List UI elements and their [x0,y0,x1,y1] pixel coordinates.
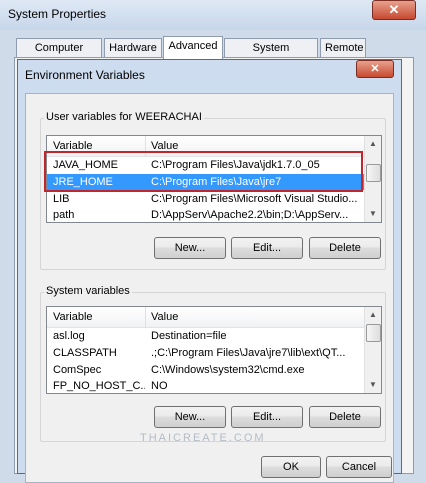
variable-name: asl.log [53,330,85,342]
column-header-value[interactable]: Value [151,140,178,152]
variable-value: D:\AppServ\Apache2.2\bin;D:\AppServ... [151,209,349,221]
environment-variables-dialog: Environment Variables ✕ User variables f… [17,59,402,483]
system-variables-header: Variable Value [47,307,381,328]
variable-name: FP_NO_HOST_C... [53,380,145,392]
close-icon: ✕ [388,2,400,17]
variable-name: JAVA_HOME [53,159,118,171]
variable-name: JRE_HOME [53,176,113,188]
user-variables-label: User variables for WEERACHAI [44,111,204,123]
system-new-button[interactable]: New... [154,406,226,428]
scroll-thumb[interactable] [366,324,381,342]
cancel-button[interactable]: Cancel [326,456,392,478]
variable-value: C:\Program Files\Java\jdk1.7.0_05 [151,159,320,171]
user-new-button[interactable]: New... [154,237,226,259]
scroll-down-icon[interactable]: ▼ [365,377,381,393]
system-variable-row[interactable]: asl.log Destination=file [47,328,381,344]
scroll-down-icon[interactable]: ▼ [365,206,381,222]
ok-button[interactable]: OK [261,456,321,478]
variable-name: ComSpec [53,364,102,376]
user-delete-button[interactable]: Delete [309,237,381,259]
tab-computer-name[interactable]: Computer Name [16,38,102,72]
scroll-thumb[interactable] [366,164,381,182]
tab-advanced[interactable]: Advanced [163,36,223,60]
user-variable-row[interactable]: JAVA_HOME C:\Program Files\Java\jdk1.7.0… [47,157,381,173]
system-variables-list[interactable]: Variable Value asl.log Destination=file … [46,306,382,394]
user-variable-row[interactable]: path D:\AppServ\Apache2.2\bin;D:\AppServ… [47,207,381,222]
variable-value: Destination=file [151,330,227,342]
user-edit-button[interactable]: Edit... [231,237,303,259]
column-header-variable[interactable]: Variable [53,140,93,152]
system-variable-row[interactable]: CLASSPATH .;C:\Program Files\Java\jre7\l… [47,345,381,361]
tab-system-protection[interactable]: System Protection [224,38,318,72]
column-separator[interactable] [145,307,146,327]
system-variable-row[interactable]: ComSpec C:\Windows\system32\cmd.exe [47,362,381,378]
variable-value: C:\Windows\system32\cmd.exe [151,364,305,376]
close-icon: ✕ [370,63,380,75]
system-delete-button[interactable]: Delete [309,406,381,428]
column-separator[interactable] [145,136,146,156]
variable-name: CLASSPATH [53,347,117,359]
user-variable-row[interactable]: LIB C:\Program Files\Microsoft Visual St… [47,191,381,207]
variable-name: path [53,209,75,221]
system-edit-button[interactable]: Edit... [231,406,303,428]
environment-variables-close-button[interactable]: ✕ [356,60,394,78]
tab-hardware[interactable]: Hardware [104,38,162,58]
variable-value: NO [151,380,168,392]
system-properties-title: System Properties [8,7,107,21]
system-variable-row[interactable]: FP_NO_HOST_C... NO [47,378,381,393]
variable-name: LIB [53,193,70,205]
user-variables-header: Variable Value [47,136,381,157]
user-variables-list[interactable]: Variable Value JAVA_HOME C:\Program File… [46,135,382,223]
watermark-text: THAICREATE.COM [140,432,266,444]
user-variable-row-selected[interactable]: JRE_HOME C:\Program Files\Java\jre7 [47,174,381,190]
user-variables-scrollbar[interactable]: ▲ ▼ [364,136,381,222]
environment-variables-title: Environment Variables [25,68,145,82]
system-variables-label: System variables [44,285,132,297]
column-header-value[interactable]: Value [151,311,178,323]
system-variables-scrollbar[interactable]: ▲ ▼ [364,307,381,393]
environment-variables-body: User variables for WEERACHAI Variable Va… [25,93,394,483]
system-properties-close-button[interactable]: ✕ [372,0,416,20]
scroll-up-icon[interactable]: ▲ [365,307,381,323]
tab-remote[interactable]: Remote [320,38,366,58]
variable-value: C:\Program Files\Microsoft Visual Studio… [151,193,358,205]
scroll-up-icon[interactable]: ▲ [365,136,381,152]
variable-value: .;C:\Program Files\Java\jre7\lib\ext\QT.… [151,347,346,359]
variable-value: C:\Program Files\Java\jre7 [151,176,282,188]
column-header-variable[interactable]: Variable [53,311,93,323]
